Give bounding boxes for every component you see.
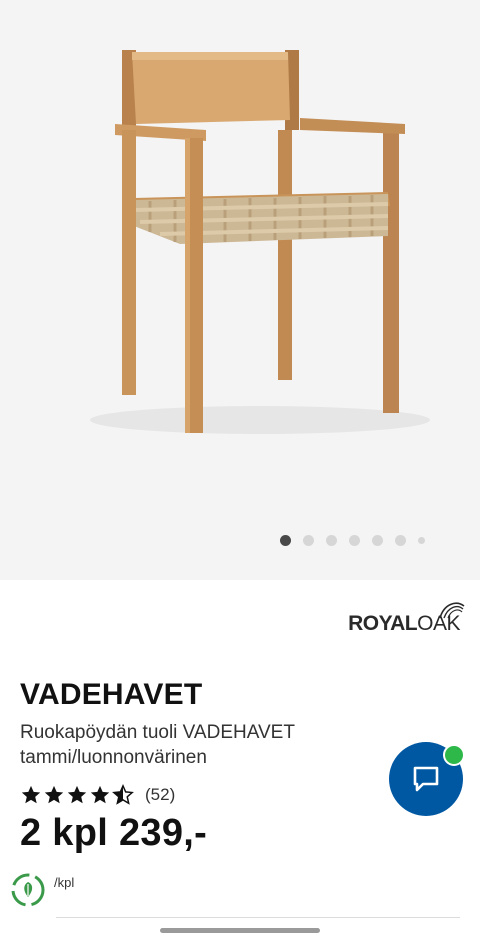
brand-name-royal: ROYAL [348, 612, 418, 635]
recycle-leaf-icon [11, 873, 45, 907]
product-title: VADEHAVET [20, 678, 203, 711]
pagination-dot[interactable] [395, 535, 406, 546]
price-unit: /kpl [54, 875, 75, 890]
home-indicator[interactable] [160, 928, 320, 933]
star-half-icon [112, 784, 134, 805]
pagination-dot[interactable] [303, 535, 314, 546]
star-icon [44, 785, 64, 804]
product-description: Ruokapöydän tuoli VADEHAVET tammi/luonno… [20, 720, 380, 770]
review-count: (52) [145, 785, 176, 804]
star-icon [21, 785, 41, 804]
pagination-dot[interactable] [372, 535, 383, 546]
brand-name-oak: OAK [417, 602, 465, 636]
product-image-gallery[interactable] [0, 0, 480, 580]
product-rating[interactable]: (52) [20, 784, 175, 806]
pagination-dot[interactable] [280, 535, 291, 546]
brand-swirl-icon [439, 602, 465, 619]
section-divider [56, 917, 460, 918]
brand-logo[interactable]: ROYAL OAK [348, 602, 465, 636]
price-unit-row: /kpl [10, 872, 74, 908]
product-image-chair[interactable] [0, 0, 480, 580]
pagination-dot[interactable] [349, 535, 360, 546]
product-price: 2 kpl 239,- [20, 812, 208, 854]
star-icon [90, 785, 110, 804]
chat-online-indicator [443, 744, 465, 766]
product-description-line: Ruokapöydän tuoli VADEHAVET [20, 722, 295, 743]
chat-bubble-icon [413, 766, 439, 792]
pagination-dot[interactable] [418, 537, 425, 544]
pagination-dot[interactable] [326, 535, 337, 546]
gallery-pagination[interactable] [280, 535, 425, 546]
star-icon [67, 785, 87, 804]
product-description-line: tammi/luonnonvärinen [20, 747, 207, 768]
